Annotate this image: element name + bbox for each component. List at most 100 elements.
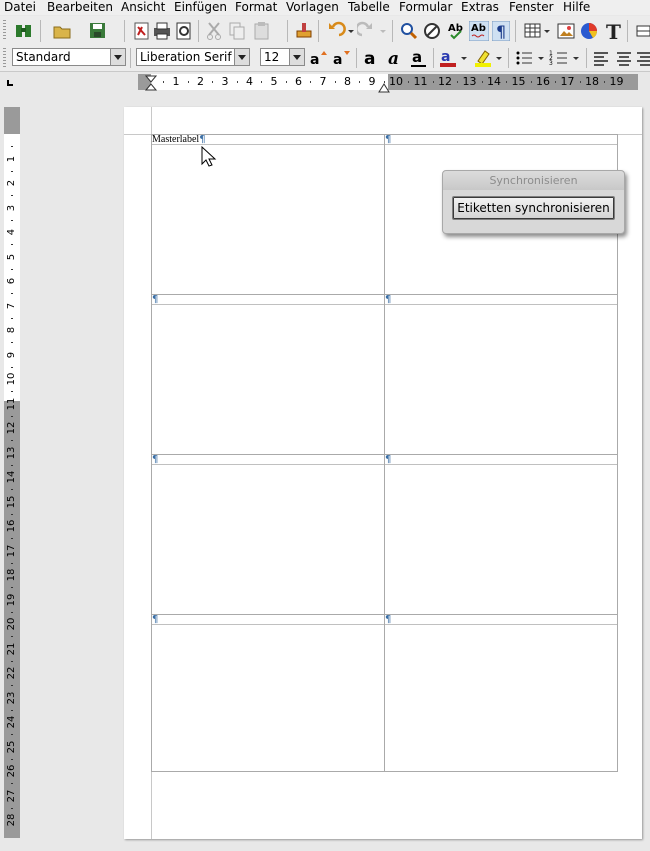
label-cell[interactable]: ¶ bbox=[384, 454, 618, 615]
vertical-ruler[interactable]: 1 2 3 4 5 6 7 8 9 10 11 12 13 14 15 16 17 18 19 20 21 22 23 24 2… bbox=[4, 107, 20, 838]
menu-formular[interactable]: Formular bbox=[397, 0, 454, 15]
formatting-marks-icon[interactable]: ¶ bbox=[492, 21, 510, 41]
label-cell[interactable]: ¶ bbox=[151, 614, 385, 772]
paragraph-mark: ¶ bbox=[385, 134, 392, 145]
menu-vorlagen[interactable]: Vorlagen bbox=[284, 0, 341, 15]
font-color-icon[interactable]: a bbox=[439, 48, 469, 68]
print-icon[interactable] bbox=[152, 21, 172, 41]
separator bbox=[433, 48, 434, 68]
spellcheck-icon[interactable]: Ab bbox=[446, 21, 466, 41]
paragraph-style-combo[interactable]: Standard bbox=[12, 48, 126, 66]
label-paragraph-line bbox=[385, 464, 617, 465]
label-cell[interactable]: Masterlabel¶ bbox=[151, 134, 385, 295]
align-center-icon[interactable] bbox=[615, 48, 633, 68]
align-left-icon[interactable] bbox=[592, 48, 610, 68]
indent-marker-icon[interactable] bbox=[145, 75, 157, 91]
menu-extras[interactable]: Extras bbox=[459, 0, 501, 15]
ruler-number: 1 bbox=[172, 75, 180, 88]
toolbar-grip[interactable] bbox=[3, 48, 6, 68]
tab-stop-selector[interactable] bbox=[7, 80, 13, 86]
ruler-number: 8 bbox=[6, 326, 17, 334]
dialog-title[interactable]: Synchronisieren bbox=[443, 171, 624, 190]
ruler-number: 28 bbox=[6, 813, 17, 827]
ruler-tick bbox=[530, 81, 532, 83]
ruler-tick bbox=[236, 81, 238, 83]
label-cell[interactable]: ¶ bbox=[384, 614, 618, 772]
ruler-tick bbox=[11, 685, 13, 687]
export-pdf-icon[interactable] bbox=[132, 21, 152, 41]
font-name-combo[interactable]: Liberation Serif bbox=[136, 48, 250, 66]
menu-hilfe[interactable]: Hilfe bbox=[561, 0, 592, 15]
insert-table-icon[interactable] bbox=[523, 21, 551, 41]
numbered-list-icon[interactable]: 123 bbox=[549, 48, 583, 68]
save-icon[interactable] bbox=[88, 21, 110, 41]
label-paragraph[interactable]: Masterlabel¶ bbox=[152, 135, 206, 145]
bold-icon[interactable]: a bbox=[362, 48, 382, 68]
ruler-number: 10 bbox=[389, 75, 403, 88]
clone-formatting-icon[interactable] bbox=[294, 21, 314, 41]
separator bbox=[198, 20, 199, 42]
ruler-tick bbox=[11, 440, 13, 442]
ruler-tick bbox=[11, 489, 13, 491]
ruler-number: 26 bbox=[6, 764, 17, 778]
label-cell[interactable]: ¶ bbox=[151, 454, 385, 615]
right-indent-marker-icon[interactable] bbox=[378, 83, 390, 93]
ruler-tick bbox=[506, 81, 508, 83]
insert-textbox-icon[interactable]: T bbox=[603, 21, 623, 41]
chevron-down-icon[interactable] bbox=[234, 49, 249, 65]
shrink-font-icon[interactable]: a bbox=[332, 48, 352, 68]
ruler-tick bbox=[11, 317, 13, 319]
ruler-number: 24 bbox=[6, 715, 17, 729]
menu-datei[interactable]: Datei bbox=[2, 0, 38, 15]
find-bar-icon[interactable] bbox=[399, 21, 419, 41]
autospellcheck-icon[interactable]: Ab bbox=[469, 21, 489, 41]
ruler-tick bbox=[604, 81, 606, 83]
ruler-tick bbox=[11, 219, 13, 221]
ruler-number: 16 bbox=[536, 75, 550, 88]
find-replace-icon[interactable] bbox=[14, 21, 34, 41]
mouse-cursor-icon bbox=[201, 146, 217, 167]
toolbar-grip[interactable] bbox=[3, 20, 6, 40]
no-entry-icon[interactable] bbox=[422, 21, 442, 41]
menu-fenster[interactable]: Fenster bbox=[507, 0, 556, 15]
label-cell[interactable]: ¶ bbox=[151, 294, 385, 455]
separator bbox=[40, 20, 41, 42]
ruler-number: 4 bbox=[6, 228, 17, 236]
ruler-tick bbox=[11, 293, 13, 295]
label-paragraph-line bbox=[385, 624, 617, 625]
insert-chart-icon[interactable] bbox=[579, 21, 599, 41]
italic-icon[interactable]: a bbox=[386, 48, 406, 68]
ruler-number: 18 bbox=[585, 75, 599, 88]
menu-tabelle[interactable]: Tabelle bbox=[346, 0, 392, 15]
underline-icon[interactable]: a bbox=[409, 48, 429, 68]
menu-format[interactable]: Format bbox=[233, 0, 279, 15]
menu-bearbeiten[interactable]: Bearbeiten bbox=[45, 0, 115, 15]
synchronize-labels-button[interactable]: Etiketten synchronisieren bbox=[452, 196, 615, 220]
redo-icon bbox=[357, 21, 386, 37]
ruler-tick bbox=[11, 146, 13, 148]
font-name-value: Liberation Serif bbox=[140, 50, 232, 64]
undo-icon[interactable] bbox=[324, 21, 356, 41]
ruler-tick bbox=[555, 81, 557, 83]
ruler-number: 18 bbox=[6, 568, 17, 582]
insert-image-icon[interactable] bbox=[556, 21, 576, 41]
paragraph-style-value: Standard bbox=[16, 50, 71, 64]
grow-font-icon[interactable]: a bbox=[309, 48, 329, 68]
paragraph-mark: ¶ bbox=[385, 294, 392, 305]
svg-text:a: a bbox=[364, 49, 375, 68]
label-cell[interactable]: ¶ bbox=[384, 294, 618, 455]
overflow-toolbar-icon[interactable] bbox=[635, 21, 650, 41]
ruler-number: 9 bbox=[368, 75, 376, 88]
open-folder-icon[interactable] bbox=[52, 21, 74, 41]
font-size-combo[interactable]: 12 bbox=[260, 48, 305, 66]
ruler-tick bbox=[11, 268, 13, 270]
menu-ansicht[interactable]: Ansicht bbox=[119, 0, 167, 15]
chevron-down-icon[interactable] bbox=[289, 49, 304, 65]
highlighting-icon[interactable] bbox=[474, 48, 504, 68]
bullet-list-icon[interactable] bbox=[514, 48, 548, 68]
print-preview-icon[interactable] bbox=[174, 21, 194, 41]
chevron-down-icon[interactable] bbox=[110, 49, 125, 65]
align-right-icon[interactable] bbox=[637, 48, 650, 68]
menu-einfuegen[interactable]: Einfügen bbox=[172, 0, 229, 15]
ruler-tick bbox=[11, 391, 13, 393]
